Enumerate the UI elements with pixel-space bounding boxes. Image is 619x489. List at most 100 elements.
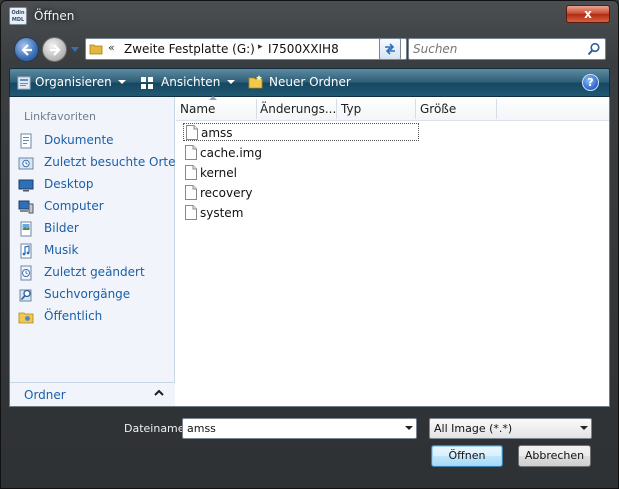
address-overflow-chevron[interactable]: « (108, 41, 115, 54)
column-divider[interactable] (336, 99, 337, 119)
window-title: Öffnen (34, 9, 75, 23)
column-divider[interactable] (496, 99, 497, 119)
refresh-icon (385, 43, 395, 55)
nav-item-label: Computer (44, 199, 104, 213)
computer-icon (18, 200, 34, 214)
nav-item-label: Musik (44, 243, 79, 257)
app-badge-icon: Odin MDL (9, 7, 27, 25)
column-divider[interactable] (256, 99, 257, 119)
new-folder-icon (248, 75, 263, 89)
file-row[interactable]: recovery (183, 184, 419, 202)
nav-item-musik[interactable]: Musik (18, 242, 168, 260)
pictures-icon (20, 221, 32, 237)
filename-label: Dateiname: (124, 422, 189, 435)
file-name: recovery (200, 186, 253, 200)
arrow-left-icon (21, 44, 32, 56)
views-icon (141, 77, 153, 89)
folders-toggle[interactable]: Ordner (10, 382, 175, 406)
nav-item-recently-changed[interactable]: Zuletzt geändert (18, 264, 168, 282)
filetype-select[interactable]: All Image (*.*) (429, 418, 592, 439)
nav-item-recent-places[interactable]: Zuletzt besuchte Orte (18, 154, 176, 172)
nav-item-label: Dokumente (44, 133, 114, 147)
cancel-button[interactable]: Abbrechen (518, 445, 591, 467)
command-toolbar: Organisieren Ansichten Neuer Ordner ? (9, 68, 610, 97)
nav-item-label: Zuletzt besuchte Orte (44, 155, 176, 169)
file-icon (186, 125, 198, 140)
file-name: cache.img (200, 146, 262, 160)
new-folder-button[interactable]: Neuer Ordner (269, 75, 351, 91)
arrow-right-icon (50, 44, 61, 56)
public-folder-icon (18, 312, 34, 324)
views-menu[interactable]: Ansichten (161, 75, 220, 91)
content-area: Linkfavoriten Dokumente Zuletzt besuchte… (9, 96, 610, 407)
file-icon (185, 145, 197, 160)
file-row[interactable]: system (183, 204, 419, 222)
address-bar[interactable]: « Zweite Festplatte (G:) ▸ I7500XXIH8 ▾ (85, 38, 407, 60)
chevron-down-icon[interactable] (580, 426, 588, 430)
address-segment-drive[interactable]: Zweite Festplatte (G:) (124, 42, 255, 56)
file-icon (185, 205, 197, 220)
sort-ascending-icon (209, 96, 217, 100)
open-file-dialog: Odin MDL Öffnen x « Zweite Festplatte (G… (0, 0, 619, 489)
desktop-icon (18, 179, 34, 192)
recently-changed-icon (20, 265, 32, 281)
nav-item-label: Desktop (44, 177, 94, 191)
nav-item-bilder[interactable]: Bilder (18, 220, 168, 238)
search-input[interactable] (413, 40, 581, 58)
nav-item-label: Zuletzt geändert (44, 265, 145, 279)
nav-item-dokumente[interactable]: Dokumente (18, 132, 168, 150)
file-row[interactable]: amss (183, 123, 419, 141)
views-caret-icon[interactable] (227, 80, 235, 84)
search-box[interactable] (408, 38, 606, 60)
search-icon[interactable] (587, 42, 601, 56)
nav-item-searches[interactable]: Suchvorgänge (18, 286, 168, 304)
column-divider[interactable] (415, 99, 416, 119)
file-name: system (200, 206, 244, 220)
nav-item-label: Öffentlich (44, 309, 103, 323)
column-headers: Name Änderungs... Typ Größe (176, 96, 609, 121)
open-button[interactable]: Öffnen (431, 445, 503, 467)
organize-menu[interactable]: Organisieren (35, 75, 112, 91)
recent-pages-dropdown-icon[interactable] (71, 45, 79, 53)
file-row[interactable]: kernel (183, 164, 419, 182)
column-header-size[interactable]: Größe (420, 102, 456, 116)
favorites-heading: Linkfavoriten (24, 110, 97, 123)
address-segment-folder[interactable]: I7500XXIH8 (268, 42, 339, 56)
nav-item-computer[interactable]: Computer (18, 198, 168, 216)
recent-places-icon (18, 157, 34, 170)
title-bar[interactable]: Odin MDL Öffnen x (1, 1, 618, 33)
file-row[interactable]: cache.img (183, 144, 419, 162)
back-button[interactable] (14, 37, 39, 62)
organize-caret-icon[interactable] (118, 80, 126, 84)
searches-icon (19, 289, 32, 302)
nav-item-label: Bilder (44, 221, 79, 235)
filetype-value: All Image (*.*) (434, 422, 513, 435)
documents-icon (20, 133, 32, 149)
file-icon (185, 185, 197, 200)
nav-item-label: Suchvorgänge (44, 287, 131, 301)
column-header-type[interactable]: Typ (341, 102, 361, 116)
column-header-name[interactable]: Name (180, 102, 215, 116)
folders-label: Ordner (24, 388, 66, 402)
navigation-pane: Linkfavoriten Dokumente Zuletzt besuchte… (10, 97, 176, 406)
forward-button[interactable] (42, 37, 67, 62)
help-button[interactable]: ? (582, 74, 599, 91)
nav-item-desktop[interactable]: Desktop (18, 176, 168, 194)
navigation-row: « Zweite Festplatte (G:) ▸ I7500XXIH8 ▾ (9, 34, 612, 64)
file-list-pane: Name Änderungs... Typ Größe amss cache.i… (176, 96, 609, 406)
music-icon (20, 243, 32, 259)
filename-combobox[interactable] (182, 418, 417, 439)
address-separator-arrow[interactable]: ▸ (258, 42, 263, 52)
chevron-down-icon[interactable] (405, 426, 413, 430)
organize-icon (17, 76, 31, 90)
refresh-button[interactable] (379, 38, 401, 60)
file-name: kernel (200, 166, 237, 180)
file-icon (185, 165, 197, 180)
chevron-up-icon[interactable] (153, 387, 165, 399)
nav-item-public[interactable]: Öffentlich (18, 308, 168, 326)
column-header-modified[interactable]: Änderungs... (260, 102, 336, 116)
close-button[interactable]: x (566, 5, 610, 23)
filename-input[interactable] (187, 421, 392, 436)
folder-icon (89, 44, 103, 55)
file-name: amss (201, 126, 233, 140)
